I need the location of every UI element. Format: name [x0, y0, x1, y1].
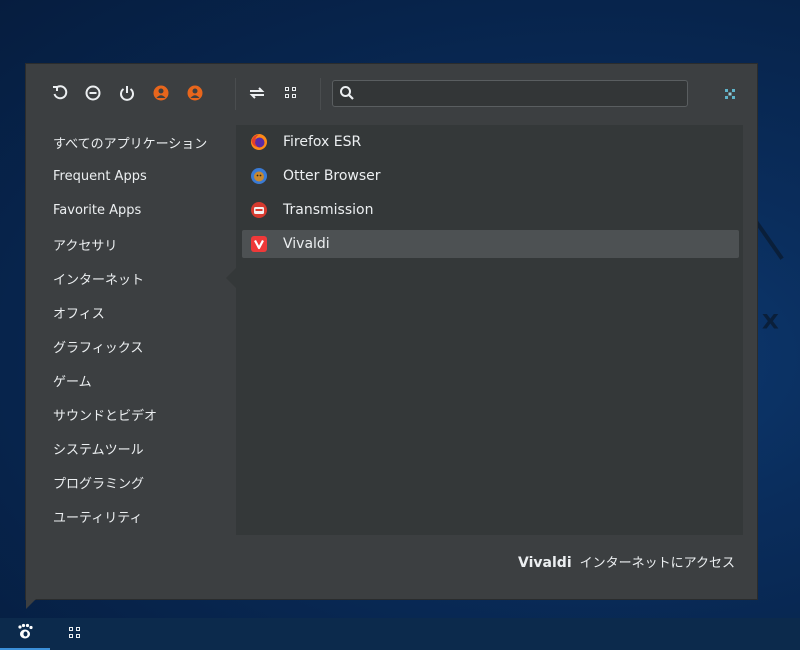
transmission-icon — [250, 201, 268, 219]
category-label: すべてのアプリケーション — [53, 136, 208, 152]
category-label: Frequent Apps — [53, 168, 147, 184]
app-item-transmission[interactable]: Transmission — [242, 196, 739, 224]
app-item-firefox-esr[interactable]: Firefox ESR — [242, 128, 739, 156]
category-graphics[interactable]: グラフィックス — [40, 329, 236, 363]
toolbar-separator — [320, 78, 321, 110]
category-label: ユーティリティ — [53, 510, 143, 526]
category-label: インターネット — [53, 272, 145, 288]
category-favorites[interactable]: Favorite Apps — [40, 193, 236, 227]
menu-panel: すべてのアプリケーション Frequent Apps Favorite Apps… — [40, 125, 743, 535]
selected-app-name: Vivaldi — [518, 555, 572, 571]
gnome-foot-icon — [16, 622, 34, 644]
app-label: Vivaldi — [283, 236, 330, 252]
category-accessories[interactable]: アクセサリ — [40, 227, 236, 261]
category-label: サウンドとビデオ — [53, 408, 158, 424]
search-input[interactable] — [359, 83, 683, 105]
category-sound-video[interactable]: サウンドとビデオ — [40, 397, 236, 431]
lock-icon[interactable] — [83, 83, 103, 103]
category-list: すべてのアプリケーション Frequent Apps Favorite Apps… — [40, 125, 236, 535]
app-grid-button[interactable] — [60, 618, 90, 650]
category-label: アクセサリ — [53, 238, 118, 254]
category-label: グラフィックス — [53, 340, 144, 356]
search-box — [332, 80, 688, 107]
category-label: プログラミング — [53, 476, 145, 492]
applications-menu-button[interactable] — [0, 618, 50, 650]
app-grid-icon — [68, 625, 82, 644]
firefox-icon — [250, 133, 268, 151]
category-label: システムツール — [53, 442, 144, 458]
category-utilities[interactable]: ユーティリティ — [40, 499, 236, 533]
search-icon — [339, 85, 355, 101]
category-label: Favorite Apps — [53, 202, 142, 218]
category-frequent[interactable]: Frequent Apps — [40, 159, 236, 193]
app-item-otter-browser[interactable]: Otter Browser — [242, 162, 739, 190]
menu-pointer — [26, 599, 36, 609]
category-office[interactable]: オフィス — [40, 295, 236, 329]
category-internet[interactable]: インターネット — [40, 261, 236, 295]
app-item-vivaldi[interactable]: Vivaldi — [242, 230, 739, 258]
category-programming[interactable]: プログラミング — [40, 465, 236, 499]
app-description-footer: Vivaldi インターネットにアクセス — [518, 552, 735, 572]
category-games[interactable]: ゲーム — [40, 363, 236, 397]
swap-view-icon[interactable] — [247, 83, 267, 103]
vivaldi-icon — [250, 235, 268, 253]
application-menu: すべてのアプリケーション Frequent Apps Favorite Apps… — [25, 63, 758, 600]
taskbar — [0, 618, 800, 650]
selected-app-description: インターネットにアクセス — [579, 556, 735, 571]
category-label: ゲーム — [53, 374, 92, 390]
toolbar-separator — [235, 78, 236, 110]
app-label: Firefox ESR — [283, 134, 362, 150]
settings-icon[interactable] — [720, 84, 740, 104]
user-icon[interactable] — [151, 83, 171, 103]
app-label: Otter Browser — [283, 168, 381, 184]
category-all[interactable]: すべてのアプリケーション — [40, 125, 236, 159]
category-label: オフィス — [53, 306, 105, 322]
app-label: Transmission — [283, 202, 374, 218]
menu-toolbar — [26, 64, 757, 124]
otter-browser-icon — [250, 167, 268, 185]
user-switch-icon[interactable] — [185, 83, 205, 103]
refresh-icon[interactable] — [50, 83, 70, 103]
grid-view-icon[interactable] — [281, 83, 301, 103]
selected-category-indicator — [226, 268, 236, 288]
power-icon[interactable] — [117, 83, 137, 103]
category-system-tools[interactable]: システムツール — [40, 431, 236, 465]
